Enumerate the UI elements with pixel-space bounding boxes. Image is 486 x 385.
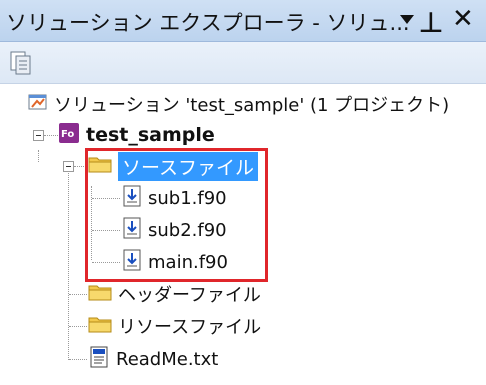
readme-label: ReadMe.txt [116, 348, 219, 370]
solution-node[interactable]: ソリューション 'test_sample' (1 プロジェクト) [28, 89, 449, 119]
folder-icon [88, 314, 112, 339]
window-position-dropdown-icon[interactable] [400, 15, 414, 24]
project-label: test_sample [86, 124, 215, 146]
collapse-project-icon[interactable] [33, 130, 44, 141]
solution-label: ソリューション 'test_sample' (1 プロジェクト) [54, 95, 450, 116]
header-folder-label: ヘッダーファイル [118, 285, 261, 306]
window-title: ソリューション エクスプローラ - ソリュ... [6, 11, 410, 35]
tree-line [69, 359, 87, 360]
properties-icon[interactable] [8, 50, 34, 76]
source-file-sub1[interactable]: sub1.f90 [122, 183, 227, 213]
fortran-project-icon: Fo [58, 122, 80, 149]
source-folder-node[interactable]: ソースファイル [88, 151, 259, 181]
source-file-main[interactable]: main.f90 [122, 247, 228, 277]
fortran-file-icon [122, 249, 142, 276]
tree-line [92, 230, 120, 231]
close-icon[interactable]: ✕ [452, 4, 474, 34]
tree-line [74, 166, 86, 167]
solution-icon [28, 92, 48, 117]
resource-folder-label: リソースファイル [118, 317, 262, 338]
solution-explorer-window: ソリューション エクスプローラ - ソリュ... 丄 ✕ ソリューション 'te… [0, 0, 486, 385]
resource-folder-node[interactable]: リソースファイル [88, 311, 261, 341]
tree-line [69, 326, 87, 327]
fortran-file-icon [122, 185, 142, 212]
svg-text:Fo: Fo [61, 129, 74, 140]
tree-line [92, 262, 120, 263]
text-file-icon [88, 346, 110, 373]
source-folder-label: ソースファイル [118, 151, 259, 181]
solution-tree: ソリューション 'test_sample' (1 プロジェクト) Fo test… [0, 84, 486, 385]
header-folder-node[interactable]: ヘッダーファイル [88, 279, 261, 309]
file-label: sub1.f90 [148, 187, 227, 209]
readme-file-node[interactable]: ReadMe.txt [88, 344, 218, 374]
file-label: sub2.f90 [148, 219, 227, 241]
tree-line [69, 294, 87, 295]
tree-line [92, 198, 120, 199]
fortran-file-icon [122, 217, 142, 244]
toolbar [0, 42, 486, 84]
source-file-sub2[interactable]: sub2.f90 [122, 215, 227, 245]
folder-icon [88, 282, 112, 307]
tree-line [68, 168, 69, 360]
file-label: main.f90 [148, 251, 228, 273]
collapse-source-folder-icon[interactable] [63, 161, 74, 172]
tree-line [38, 150, 39, 162]
folder-icon [88, 154, 112, 179]
auto-hide-pin-icon[interactable]: 丄 [420, 6, 442, 38]
project-node[interactable]: Fo test_sample [58, 120, 215, 150]
title-bar: ソリューション エクスプローラ - ソリュ... 丄 ✕ [0, 0, 486, 42]
